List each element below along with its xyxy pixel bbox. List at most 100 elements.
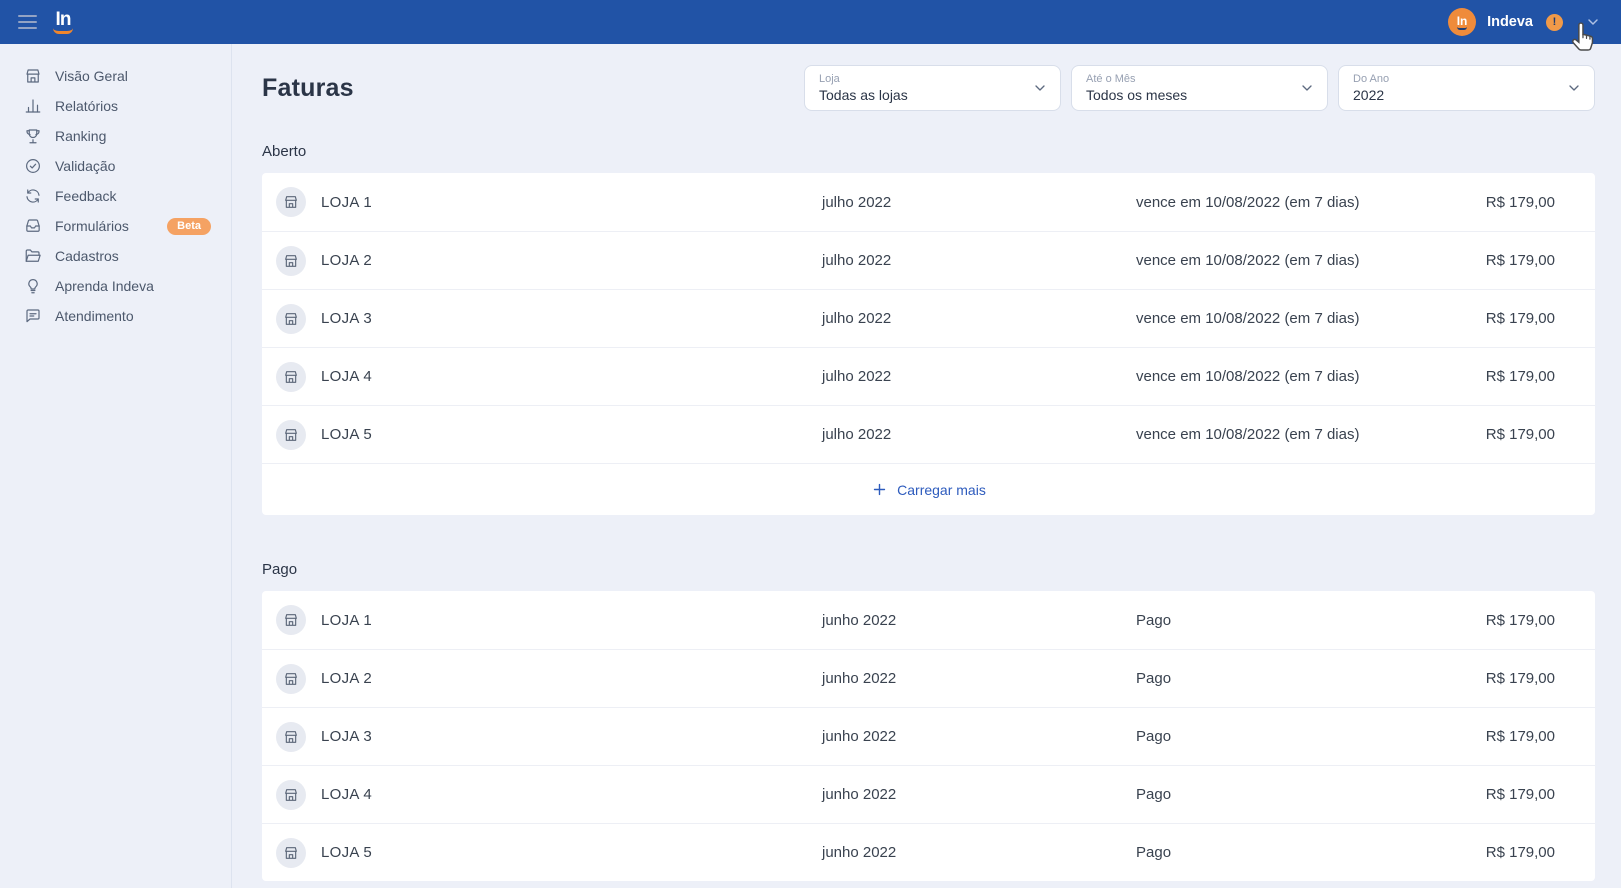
filter-ano[interactable]: Do Ano 2022 — [1338, 65, 1595, 111]
invoice-row[interactable]: LOJA 4 julho 2022 vence em 10/08/2022 (e… — [262, 347, 1595, 405]
store-name: LOJA 5 — [321, 844, 372, 861]
invoice-month: julho 2022 — [822, 252, 1136, 269]
storefront-icon — [276, 304, 306, 334]
invoice-month: junho 2022 — [822, 844, 1136, 861]
user-name: Indeva — [1487, 14, 1533, 30]
invoice-row[interactable]: LOJA 2 julho 2022 vence em 10/08/2022 (e… — [262, 231, 1595, 289]
sidebar-item[interactable]: Formulários Beta — [0, 211, 231, 241]
store-name: LOJA 1 — [321, 194, 372, 211]
sidebar-item[interactable]: Cadastros — [0, 241, 231, 271]
invoice-amount: R$ 179,00 — [1486, 252, 1555, 269]
store-cell: LOJA 2 — [276, 246, 822, 276]
sidebar-item-label: Validação — [55, 158, 115, 174]
sidebar-item[interactable]: Visão Geral — [0, 61, 231, 91]
invoice-month: junho 2022 — [822, 612, 1136, 629]
store-cell: LOJA 4 — [276, 362, 822, 392]
invoice-row[interactable]: LOJA 1 julho 2022 vence em 10/08/2022 (e… — [262, 173, 1595, 231]
invoice-row[interactable]: LOJA 3 junho 2022 Pago R$ 179,00 — [262, 707, 1595, 765]
invoice-month: junho 2022 — [822, 786, 1136, 803]
invoice-status: Pago — [1136, 844, 1486, 861]
filter-loja[interactable]: Loja Todas as lojas — [804, 65, 1061, 111]
storefront-icon — [276, 187, 306, 217]
invoice-amount: R$ 179,00 — [1486, 670, 1555, 687]
invoice-amount: R$ 179,00 — [1486, 786, 1555, 803]
invoice-row[interactable]: LOJA 1 junho 2022 Pago R$ 179,00 — [262, 591, 1595, 649]
storefront-icon — [276, 605, 306, 635]
invoice-row[interactable]: LOJA 5 julho 2022 vence em 10/08/2022 (e… — [262, 405, 1595, 463]
check-circle-icon — [24, 157, 42, 175]
invoice-amount: R$ 179,00 — [1486, 310, 1555, 327]
invoice-amount: R$ 179,00 — [1486, 728, 1555, 745]
invoice-month: julho 2022 — [822, 194, 1136, 211]
avatar: In — [1448, 8, 1476, 36]
sidebar-item[interactable]: Aprenda Indeva — [0, 271, 231, 301]
store-name: LOJA 3 — [321, 310, 372, 327]
alert-badge[interactable]: ! — [1546, 14, 1563, 31]
page-header: Faturas Loja Todas as lojas Até o Mês To… — [262, 65, 1595, 111]
user-menu[interactable]: In Indeva ! — [1448, 8, 1601, 36]
store-name: LOJA 1 — [321, 612, 372, 629]
sidebar-item[interactable]: Validação — [0, 151, 231, 181]
storefront-icon — [276, 246, 306, 276]
invoice-status: Pago — [1136, 670, 1486, 687]
invoice-amount: R$ 179,00 — [1486, 844, 1555, 861]
invoice-status: Pago — [1136, 786, 1486, 803]
chevron-down-icon — [1299, 80, 1315, 96]
store-name: LOJA 4 — [321, 786, 372, 803]
chevron-down-icon — [1566, 80, 1582, 96]
section-title-aberto: Aberto — [262, 143, 1595, 160]
sidebar-item-label: Feedback — [55, 188, 116, 204]
inbox-icon — [24, 217, 42, 235]
invoice-month: junho 2022 — [822, 728, 1136, 745]
invoice-rows: LOJA 1 junho 2022 Pago R$ 179,00 LOJA 2 … — [262, 591, 1595, 881]
store-name: LOJA 5 — [321, 426, 372, 443]
section-title-pago: Pago — [262, 561, 1595, 578]
main-content: Faturas Loja Todas as lojas Até o Mês To… — [232, 44, 1621, 888]
chevron-down-icon — [1032, 80, 1048, 96]
sidebar-item[interactable]: Feedback — [0, 181, 231, 211]
invoice-amount: R$ 179,00 — [1486, 426, 1555, 443]
invoices-card-pago: LOJA 1 junho 2022 Pago R$ 179,00 LOJA 2 … — [262, 591, 1595, 881]
store-cell: LOJA 5 — [276, 420, 822, 450]
storefront-icon — [276, 362, 306, 392]
invoice-row[interactable]: LOJA 2 junho 2022 Pago R$ 179,00 — [262, 649, 1595, 707]
sidebar-item[interactable]: Ranking — [0, 121, 231, 151]
filter-value: Todas as lojas — [819, 86, 1024, 105]
storefront-icon — [276, 838, 306, 868]
storefront-icon — [276, 420, 306, 450]
filter-label: Loja — [819, 72, 1024, 86]
invoice-month: julho 2022 — [822, 426, 1136, 443]
filter-mes[interactable]: Até o Mês Todos os meses — [1071, 65, 1328, 111]
lightbulb-icon — [24, 277, 42, 295]
store-cell: LOJA 3 — [276, 304, 822, 334]
invoice-status: vence em 10/08/2022 (em 7 dias) — [1136, 252, 1486, 269]
filter-value: Todos os meses — [1086, 86, 1291, 105]
sidebar-item-label: Formulários — [55, 218, 129, 234]
invoices-card-aberto: LOJA 1 julho 2022 vence em 10/08/2022 (e… — [262, 173, 1595, 515]
invoice-rows: LOJA 1 julho 2022 vence em 10/08/2022 (e… — [262, 173, 1595, 463]
bar-chart-icon — [24, 97, 42, 115]
invoice-row[interactable]: LOJA 5 junho 2022 Pago R$ 179,00 — [262, 823, 1595, 881]
invoice-status: vence em 10/08/2022 (em 7 dias) — [1136, 310, 1486, 327]
invoice-status: vence em 10/08/2022 (em 7 dias) — [1136, 426, 1486, 443]
storefront-icon — [276, 780, 306, 810]
store-cell: LOJA 1 — [276, 605, 822, 635]
load-more-label: Carregar mais — [897, 482, 986, 498]
store-name: LOJA 2 — [321, 252, 372, 269]
invoice-row[interactable]: LOJA 4 junho 2022 Pago R$ 179,00 — [262, 765, 1595, 823]
menu-icon[interactable] — [18, 15, 37, 29]
invoice-amount: R$ 179,00 — [1486, 612, 1555, 629]
chevron-down-icon[interactable] — [1585, 14, 1601, 30]
invoice-month: julho 2022 — [822, 310, 1136, 327]
store-cell: LOJA 4 — [276, 780, 822, 810]
store-name: LOJA 4 — [321, 368, 372, 385]
load-more-button[interactable]: Carregar mais — [262, 463, 1595, 515]
indeva-logo[interactable]: In — [53, 10, 73, 34]
sidebar-item[interactable]: Relatórios — [0, 91, 231, 121]
sidebar: Visão Geral Relatórios Ranking Validação… — [0, 44, 232, 888]
store-cell: LOJA 2 — [276, 664, 822, 694]
sidebar-item-label: Ranking — [55, 128, 106, 144]
chat-icon — [24, 307, 42, 325]
invoice-row[interactable]: LOJA 3 julho 2022 vence em 10/08/2022 (e… — [262, 289, 1595, 347]
sidebar-item[interactable]: Atendimento — [0, 301, 231, 331]
